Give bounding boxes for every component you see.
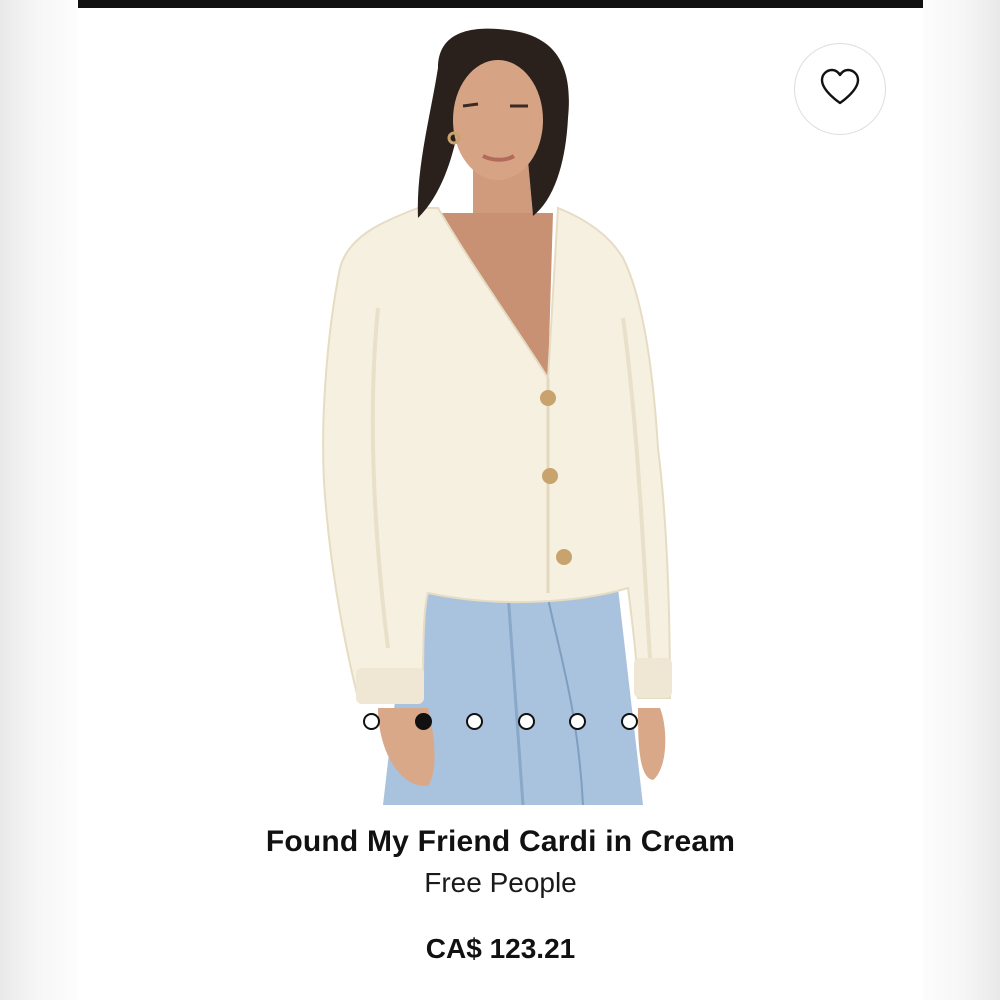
status-bar bbox=[78, 0, 923, 8]
wishlist-button[interactable] bbox=[794, 43, 886, 135]
product-screen: Found My Friend Cardi in Cream Free Peop… bbox=[78, 0, 923, 1000]
product-image[interactable] bbox=[78, 8, 923, 805]
carousel-dot-4[interactable] bbox=[517, 713, 535, 730]
product-info: Found My Friend Cardi in Cream Free Peop… bbox=[78, 805, 923, 1000]
carousel-dot-2[interactable] bbox=[414, 713, 432, 730]
carousel-dot-1[interactable] bbox=[363, 713, 380, 730]
carousel-dot-6[interactable] bbox=[620, 713, 638, 730]
product-brand[interactable]: Free People bbox=[78, 867, 923, 899]
carousel-dot-5[interactable] bbox=[569, 713, 586, 730]
heart-icon bbox=[819, 68, 861, 111]
carousel-dot-3[interactable] bbox=[466, 713, 483, 730]
product-price: CA$ 123.21 bbox=[425, 933, 576, 964]
product-title[interactable]: Found My Friend Cardi in Cream bbox=[78, 825, 923, 859]
model-photo bbox=[322, 28, 672, 805]
image-carousel-pagination bbox=[78, 713, 923, 733]
